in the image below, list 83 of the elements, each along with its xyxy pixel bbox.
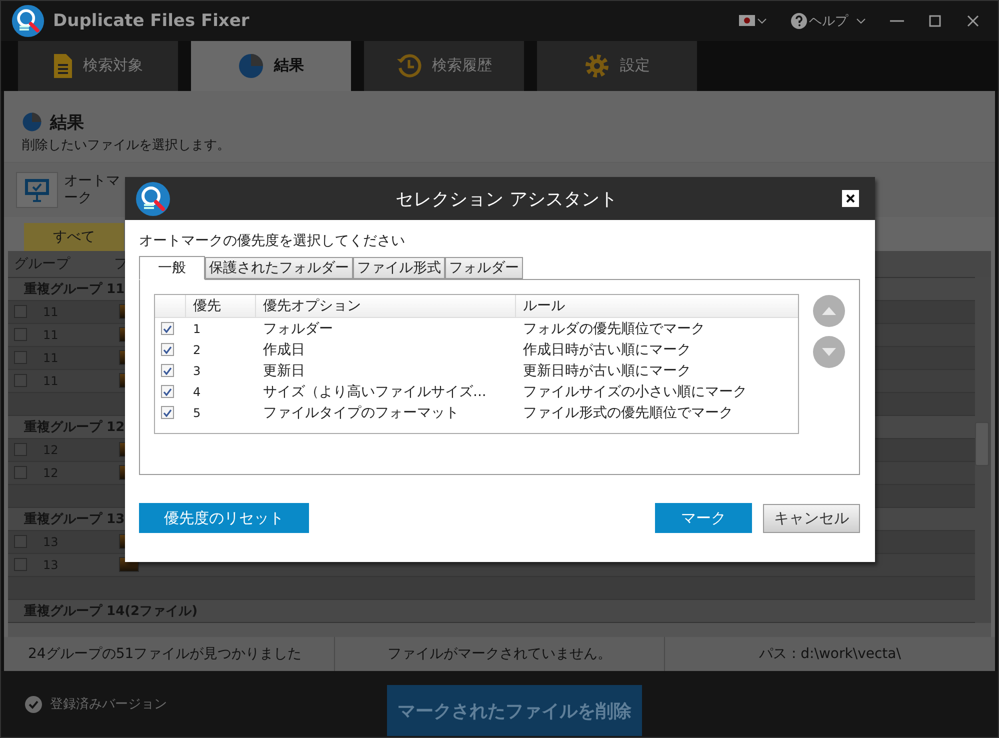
priority-checkbox[interactable] bbox=[161, 322, 174, 335]
magnifier-logo-icon bbox=[11, 4, 45, 38]
column-header: ルール bbox=[515, 295, 797, 317]
help-menu[interactable]: ヘルプ bbox=[783, 12, 874, 30]
magnifier-logo-icon bbox=[135, 180, 171, 216]
document-icon bbox=[53, 52, 73, 79]
monitor-check-icon bbox=[24, 178, 50, 202]
row-checkbox[interactable] bbox=[14, 466, 27, 480]
vertical-scrollbar[interactable] bbox=[975, 276, 991, 623]
main-tab[interactable]: 検索対象 bbox=[18, 40, 178, 91]
priority-number: 2 bbox=[193, 342, 202, 356]
main-tab[interactable]: 設定 bbox=[537, 40, 697, 91]
section-subtitle: 削除したいファイルを選択します。 bbox=[22, 136, 231, 154]
dialog-tab[interactable]: ファイル形式 bbox=[353, 257, 445, 279]
check-icon bbox=[163, 408, 172, 416]
move-up-button[interactable] bbox=[813, 295, 845, 327]
priority-option: フォルダー bbox=[263, 320, 523, 338]
close-button[interactable] bbox=[842, 190, 859, 207]
priority-checkbox[interactable] bbox=[161, 385, 174, 398]
priority-rule: フォルダの優先順位でマーク bbox=[523, 320, 705, 338]
section-title: 結果 bbox=[50, 112, 84, 134]
column-header: 優先オプション bbox=[255, 295, 515, 317]
priority-number: 3 bbox=[193, 364, 202, 378]
automark-button[interactable] bbox=[16, 172, 58, 208]
row-checkbox[interactable] bbox=[14, 351, 27, 364]
priority-number: 1 bbox=[193, 322, 202, 336]
priority-checkbox[interactable] bbox=[161, 364, 174, 377]
horizontal-scrollbar[interactable] bbox=[8, 622, 991, 637]
row-checkbox[interactable] bbox=[14, 443, 27, 456]
priority-option: サイズ（より高いファイルサイズ... bbox=[263, 382, 523, 400]
dialog-tab[interactable]: 保護されたフォルダー bbox=[205, 257, 353, 279]
flag-icon bbox=[739, 15, 755, 26]
priority-checkbox[interactable] bbox=[161, 406, 174, 419]
registered-version-label: 登録済みバージョン bbox=[50, 696, 167, 714]
row-checkbox[interactable] bbox=[14, 305, 27, 318]
check-circle-icon bbox=[25, 696, 42, 713]
triangle-down-icon bbox=[822, 348, 836, 356]
close-icon bbox=[966, 14, 980, 28]
dialog-tab[interactable]: フォルダー bbox=[445, 257, 523, 279]
priority-option: 更新日 bbox=[263, 362, 523, 380]
mark-button[interactable]: マーク bbox=[655, 503, 752, 533]
row-checkbox[interactable] bbox=[14, 374, 27, 388]
priority-rule: 更新日時が古い順にマーク bbox=[523, 362, 691, 380]
app-title: Duplicate Files Fixer bbox=[53, 10, 250, 31]
move-down-button[interactable] bbox=[813, 336, 845, 368]
dialog-prompt: オートマークの優先度を選択してください bbox=[139, 232, 406, 250]
chevron-down-icon bbox=[856, 18, 866, 24]
dialog-tab[interactable]: 一般 bbox=[139, 256, 205, 280]
cancel-button[interactable]: キャンセル bbox=[763, 504, 860, 532]
clock-history-icon bbox=[396, 52, 422, 79]
column-header: 優先 bbox=[185, 295, 255, 317]
priority-number: 4 bbox=[193, 384, 202, 398]
row-checkbox[interactable] bbox=[14, 328, 27, 342]
maximize-icon bbox=[928, 14, 942, 28]
check-icon bbox=[163, 366, 172, 374]
row-checkbox[interactable] bbox=[14, 535, 27, 548]
status-text: 24グループの51ファイルが見つかりました bbox=[27, 645, 303, 664]
check-icon bbox=[163, 388, 172, 396]
priority-rule: ファイルサイズの小さい順にマーク bbox=[523, 382, 747, 400]
triangle-up-icon bbox=[822, 307, 836, 315]
check-icon bbox=[163, 346, 172, 354]
main-tab[interactable]: 検索履歴 bbox=[364, 40, 524, 91]
minimize-icon bbox=[890, 20, 904, 22]
automark-label: オートマーク bbox=[64, 172, 121, 207]
priority-number: 5 bbox=[193, 406, 202, 420]
priority-option: ファイルタイプのフォーマット bbox=[263, 404, 523, 422]
check-icon bbox=[163, 324, 172, 332]
dialog-title: セレクション アシスタント bbox=[394, 188, 618, 210]
gear-icon bbox=[584, 52, 610, 79]
reset-priority-button[interactable]: 優先度のリセット bbox=[139, 503, 309, 533]
row-checkbox[interactable] bbox=[14, 558, 27, 572]
chevron-down-icon bbox=[757, 18, 767, 24]
main-tab[interactable]: 結果 bbox=[191, 40, 351, 91]
priority-checkbox[interactable] bbox=[161, 343, 174, 356]
filter-tab[interactable]: すべて bbox=[24, 222, 124, 251]
priority-option: 作成日 bbox=[263, 340, 523, 358]
delete-marked-button[interactable]: マークされたファイルを削除 bbox=[387, 685, 642, 736]
priority-rule: 作成日時が古い順にマーク bbox=[523, 340, 691, 358]
help-icon bbox=[791, 12, 807, 29]
priority-rule: ファイル形式の優先順位でマーク bbox=[523, 404, 733, 422]
pie-chart-icon bbox=[238, 52, 264, 79]
pie-chart-icon bbox=[22, 112, 42, 132]
close-icon bbox=[846, 194, 855, 203]
